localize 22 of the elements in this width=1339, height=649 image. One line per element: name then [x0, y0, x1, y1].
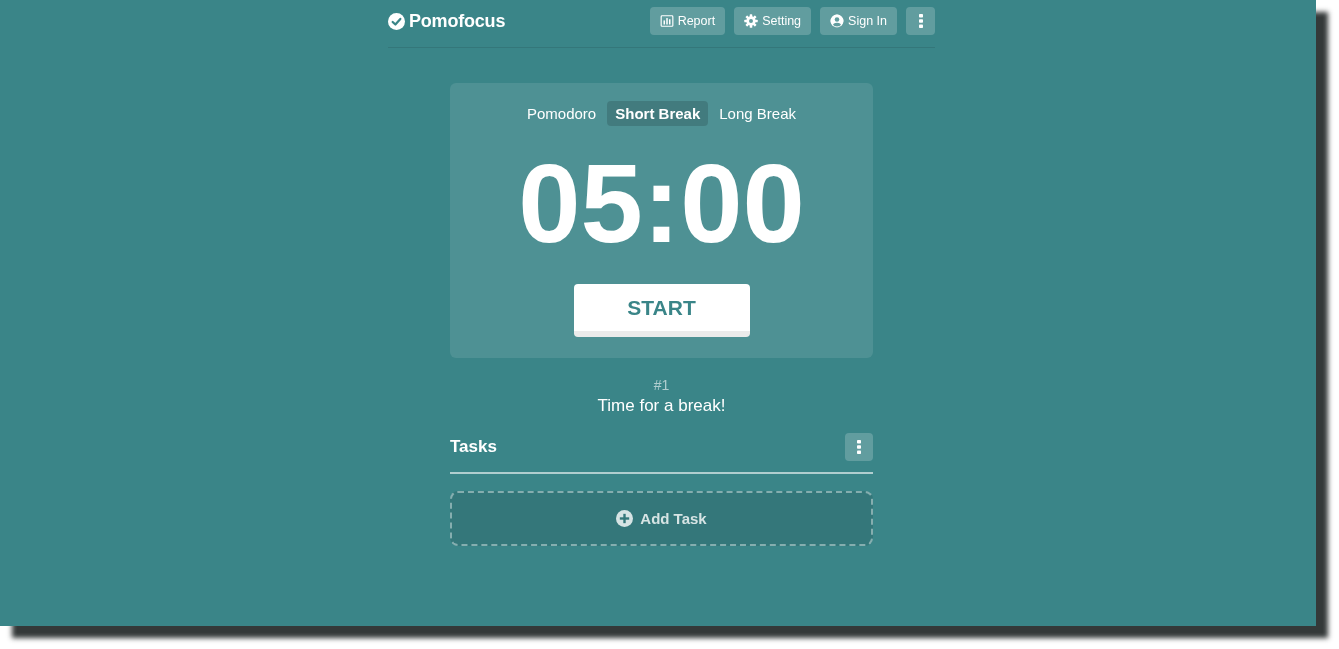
- mode-tab[interactable]: Pomodoro: [519, 101, 605, 126]
- sign-in-button[interactable]: Sign In: [820, 7, 897, 35]
- session-message: Time for a break!: [597, 395, 726, 417]
- settings-icon: [744, 14, 759, 28]
- timer-display: 05:00: [518, 148, 805, 260]
- tasks-options-button[interactable]: [845, 433, 873, 461]
- app-name: Pomofocus: [409, 10, 506, 32]
- add-task-button[interactable]: Add Task: [450, 491, 873, 546]
- bar-chart-icon: [659, 14, 674, 28]
- tasks-heading: Tasks: [450, 437, 497, 457]
- check-circle-icon: [388, 12, 405, 30]
- mode-tab[interactable]: Short Break: [607, 101, 709, 126]
- settings-button[interactable]: Setting: [734, 7, 812, 35]
- vertical-dots-icon: [918, 14, 923, 28]
- vertical-dots-icon: [857, 440, 861, 454]
- user-circle-icon: [830, 14, 845, 28]
- plus-circle-icon: [616, 510, 634, 527]
- start-button[interactable]: START: [573, 284, 750, 337]
- report-button[interactable]: Report: [649, 7, 726, 35]
- more-options-button[interactable]: [906, 7, 935, 35]
- mode-tab[interactable]: Long Break: [711, 101, 804, 126]
- session-count: #1: [653, 376, 670, 395]
